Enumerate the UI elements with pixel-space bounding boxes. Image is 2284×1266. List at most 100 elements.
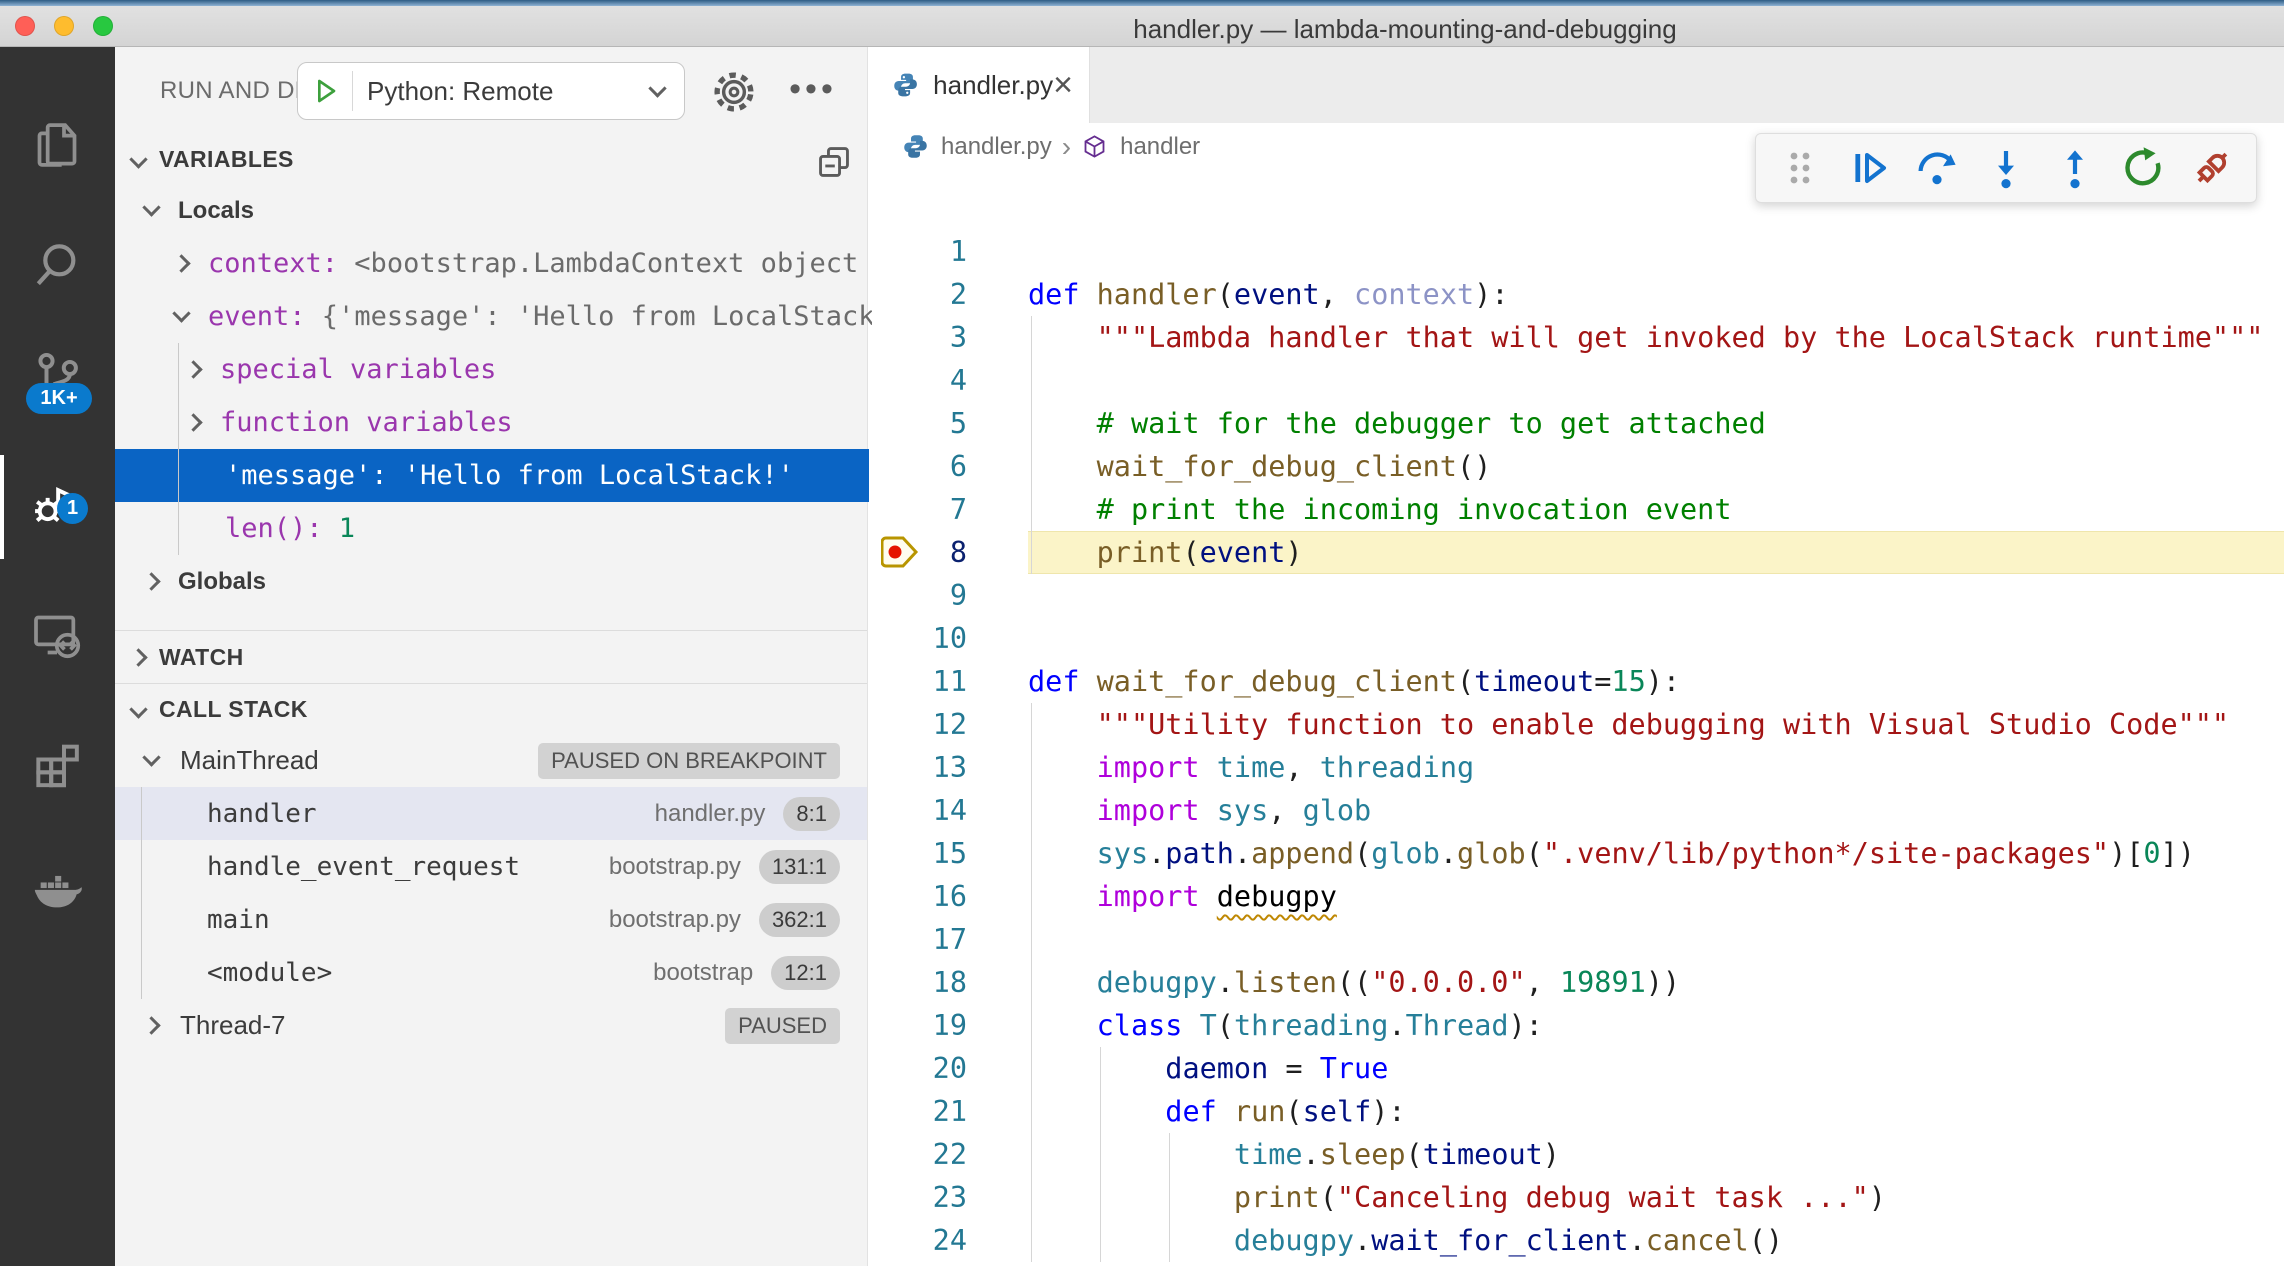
code-line-20[interactable]: 20 daemon = True — [872, 1047, 2284, 1090]
variable-row[interactable]: function variables — [115, 396, 867, 449]
line-number[interactable]: 18 — [872, 961, 967, 1004]
drag-grip-icon[interactable] — [1776, 144, 1824, 192]
line-number[interactable]: 7 — [872, 488, 967, 531]
line-number[interactable]: 5 — [872, 402, 967, 445]
line-number[interactable]: 25 — [872, 1262, 967, 1266]
line-number[interactable]: 22 — [872, 1133, 967, 1176]
line-number[interactable]: 11 — [872, 660, 967, 703]
variable-row[interactable]: event: {'message': 'Hello from LocalStac… — [115, 290, 867, 343]
chevron-right-icon — [184, 360, 202, 378]
code-line-15[interactable]: 15 sys.path.append(glob.glob(".venv/lib/… — [872, 832, 2284, 875]
minimize-window-button[interactable] — [54, 16, 74, 36]
code-line-16[interactable]: 16 import debugpy — [872, 875, 2284, 918]
variables-section-header[interactable]: VARIABLES — [115, 135, 867, 184]
code-line-6[interactable]: 6 wait_for_debug_client() — [872, 445, 2284, 488]
code-line-13[interactable]: 13 import time, threading — [872, 746, 2284, 789]
window-title: handler.py — lambda-mounting-and-debuggi… — [1133, 14, 1676, 45]
step-over-icon[interactable] — [1913, 144, 1961, 192]
restart-icon[interactable] — [2119, 144, 2167, 192]
line-number[interactable]: 9 — [872, 574, 967, 617]
stack-frame-row[interactable]: handlerhandler.py8:1 — [115, 787, 867, 840]
code-line-23[interactable]: 23 print("Canceling debug wait task ..."… — [872, 1176, 2284, 1219]
variable-row[interactable]: context: <bootstrap.LambdaContext object… — [115, 237, 867, 290]
step-out-icon[interactable] — [2051, 144, 2099, 192]
code-line-24[interactable]: 24 debugpy.wait_for_client.cancel() — [872, 1219, 2284, 1262]
variable-row[interactable]: len(): 1 — [115, 502, 867, 555]
code-line-10[interactable]: 10 — [872, 617, 2284, 660]
code-line-5[interactable]: 5 # wait for the debugger to get attache… — [872, 402, 2284, 445]
code-line-11[interactable]: 11def wait_for_debug_client(timeout=15): — [872, 660, 2284, 703]
tab-handler-py[interactable]: handler.py × — [872, 47, 1090, 123]
call-stack-section-header[interactable]: CALL STACK — [115, 684, 867, 734]
line-number[interactable]: 17 — [872, 918, 967, 961]
start-debug-icon[interactable] — [310, 75, 342, 107]
line-number[interactable]: 10 — [872, 617, 967, 660]
line-number[interactable]: 24 — [872, 1219, 967, 1262]
continue-icon[interactable] — [1845, 144, 1893, 192]
explorer-icon[interactable] — [29, 117, 85, 173]
breadcrumb-file[interactable]: handler.py — [941, 133, 1052, 161]
close-tab-icon[interactable]: × — [1053, 66, 1073, 105]
thread-row-thread-7[interactable]: Thread-7 PAUSED — [115, 999, 867, 1052]
remote-explorer-icon[interactable] — [29, 607, 85, 663]
line-number[interactable]: 15 — [872, 832, 967, 875]
step-into-icon[interactable] — [1982, 144, 2030, 192]
disconnect-icon[interactable] — [2188, 144, 2236, 192]
globals-scope-row[interactable]: Globals — [115, 555, 867, 608]
watch-section-header[interactable]: WATCH — [115, 631, 867, 683]
code-line-18[interactable]: 18 debugpy.listen(("0.0.0.0", 19891)) — [872, 961, 2284, 1004]
line-number[interactable]: 1 — [872, 230, 967, 273]
line-number[interactable]: 19 — [872, 1004, 967, 1047]
chevron-down-icon — [129, 700, 147, 718]
line-number[interactable]: 8 — [872, 531, 967, 574]
search-icon[interactable] — [29, 237, 85, 293]
maximize-window-button[interactable] — [93, 16, 113, 36]
code-line-3[interactable]: 3 """Lambda handler that will get invoke… — [872, 316, 2284, 359]
launch-config-dropdown[interactable]: Python: Remote — [297, 62, 685, 120]
docker-icon[interactable] — [29, 861, 85, 917]
line-number[interactable]: 2 — [872, 273, 967, 316]
thread-row-mainthread[interactable]: MainThread PAUSED ON BREAKPOINT — [115, 734, 867, 787]
gear-icon[interactable] — [711, 69, 757, 115]
code-editor[interactable]: 12def handler(event, context):3 """Lambd… — [872, 170, 2284, 1266]
collapse-all-icon[interactable] — [815, 143, 853, 181]
variable-row[interactable]: special variables — [115, 343, 867, 396]
line-number[interactable]: 14 — [872, 789, 967, 832]
more-actions-icon[interactable]: ••• — [783, 69, 843, 115]
editor-group: handler.py × handler.py › handler — [872, 47, 2284, 1266]
line-number[interactable]: 12 — [872, 703, 967, 746]
active-view-indicator — [0, 455, 4, 559]
code-text: print("Canceling debug wait task ...") — [1028, 1176, 1886, 1219]
code-line-2[interactable]: 2def handler(event, context): — [872, 273, 2284, 316]
extensions-icon[interactable] — [29, 735, 85, 791]
line-number[interactable]: 21 — [872, 1090, 967, 1133]
stack-frame-row[interactable]: mainbootstrap.py362:1 — [115, 893, 867, 946]
locals-scope-row[interactable]: Locals — [115, 184, 867, 237]
stack-frame-row[interactable]: <module>bootstrap12:1 — [115, 946, 867, 999]
close-window-button[interactable] — [15, 16, 35, 36]
variable-value: 1 — [323, 513, 356, 544]
code-line-21[interactable]: 21 def run(self): — [872, 1090, 2284, 1133]
code-line-9[interactable]: 9 — [872, 574, 2284, 617]
code-line-8[interactable]: 8 print(event) — [872, 531, 2284, 574]
variable-row[interactable]: 'message': 'Hello from LocalStack!' — [115, 449, 869, 502]
thread-state-badge: PAUSED ON BREAKPOINT — [538, 743, 840, 779]
code-line-17[interactable]: 17 — [872, 918, 2284, 961]
code-line-25[interactable]: 25 T().start() — [872, 1262, 2284, 1266]
line-number[interactable]: 3 — [872, 316, 967, 359]
line-number[interactable]: 23 — [872, 1176, 967, 1219]
code-line-22[interactable]: 22 time.sleep(timeout) — [872, 1133, 2284, 1176]
code-line-14[interactable]: 14 import sys, glob — [872, 789, 2284, 832]
line-number[interactable]: 16 — [872, 875, 967, 918]
code-line-4[interactable]: 4 — [872, 359, 2284, 402]
line-number[interactable]: 4 — [872, 359, 967, 402]
code-line-19[interactable]: 19 class T(threading.Thread): — [872, 1004, 2284, 1047]
line-number[interactable]: 20 — [872, 1047, 967, 1090]
code-line-7[interactable]: 7 # print the incoming invocation event — [872, 488, 2284, 531]
code-line-12[interactable]: 12 """Utility function to enable debuggi… — [872, 703, 2284, 746]
line-number[interactable]: 13 — [872, 746, 967, 789]
stack-frame-row[interactable]: handle_event_requestbootstrap.py131:1 — [115, 840, 867, 893]
code-line-1[interactable]: 1 — [872, 230, 2284, 273]
breadcrumb-symbol[interactable]: handler — [1120, 133, 1200, 161]
line-number[interactable]: 6 — [872, 445, 967, 488]
